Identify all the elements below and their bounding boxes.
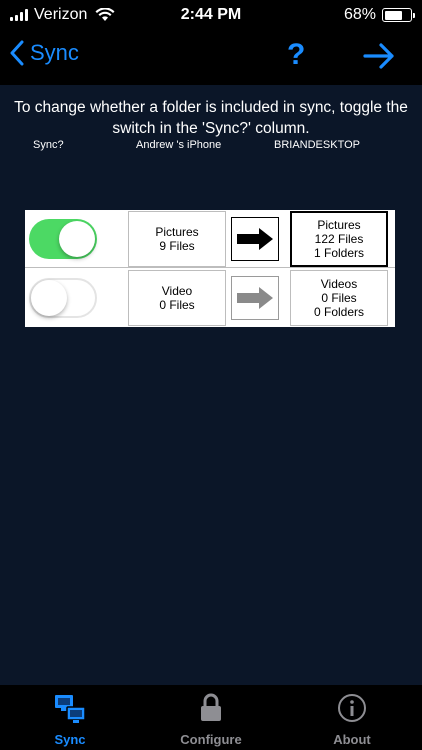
desktop-folder-cell: Pictures 122 Files 1 Folders [290, 211, 388, 267]
table-row: Video 0 Files Videos 0 Files 0 Folders [25, 269, 395, 327]
desktop-folder-name: Videos [320, 277, 358, 291]
sync-arrow-icon [237, 287, 273, 309]
sync-arrow-icon [237, 228, 273, 250]
tab-sync[interactable]: Sync [0, 685, 140, 750]
phone-folder-name: Video [161, 284, 193, 298]
tab-sync-label: Sync [54, 732, 86, 747]
status-right: 68% [343, 6, 415, 24]
desktop-folder-count: 0 Folders [313, 305, 365, 319]
info-icon [338, 694, 366, 722]
column-header-sync: Sync? [33, 139, 64, 151]
lock-icon [201, 693, 221, 721]
toggle-knob [31, 280, 67, 316]
toggle-knob [59, 221, 95, 257]
desktop-folder-cell: Videos 0 Files 0 Folders [290, 270, 388, 326]
tab-about[interactable]: About [282, 685, 422, 750]
tab-bar: Sync Configure About [0, 685, 422, 750]
help-button[interactable]: ? [287, 38, 305, 72]
desktop-file-count: 0 Files [321, 291, 357, 305]
nav-bar: Sync ? [0, 30, 422, 85]
tab-configure[interactable]: Configure [141, 685, 281, 750]
table-row: Pictures 9 Files Pictures 122 Files 1 Fo… [25, 210, 395, 268]
chevron-left-icon [10, 40, 24, 66]
status-bar: Verizon 2:44 PM 68% [0, 0, 422, 30]
column-header-desktop: BRIANDESKTOP [274, 139, 360, 151]
phone-folder-cell: Pictures 9 Files [128, 211, 226, 267]
battery-percent: 68% [343, 6, 376, 23]
phone-file-count: 9 Files [159, 239, 195, 253]
sync-direction [231, 217, 279, 261]
tab-about-label: About [333, 732, 371, 747]
forward-button[interactable] [362, 42, 396, 75]
back-button-label: Sync [30, 40, 79, 65]
phone-file-count: 0 Files [159, 298, 195, 312]
arrow-right-icon [363, 43, 394, 69]
tab-configure-label: Configure [180, 732, 242, 747]
phone-folder-name: Pictures [155, 225, 199, 239]
column-header-phone: Andrew 's iPhone [136, 139, 222, 151]
battery-icon [382, 8, 415, 22]
phone-folder-cell: Video 0 Files [128, 270, 226, 326]
desktop-folder-count: 1 Folders [313, 246, 365, 260]
sync-toggle[interactable] [29, 278, 97, 318]
desktop-file-count: 122 Files [314, 232, 364, 246]
sync-toggle[interactable] [29, 219, 97, 259]
desktop-folder-name: Pictures [317, 218, 361, 232]
sync-direction [231, 276, 279, 320]
folder-table: Pictures 9 Files Pictures 122 Files 1 Fo… [25, 210, 395, 327]
computers-icon [55, 695, 86, 723]
back-button[interactable]: Sync [10, 40, 79, 66]
instructions-text: To change whether a folder is included i… [14, 99, 408, 137]
